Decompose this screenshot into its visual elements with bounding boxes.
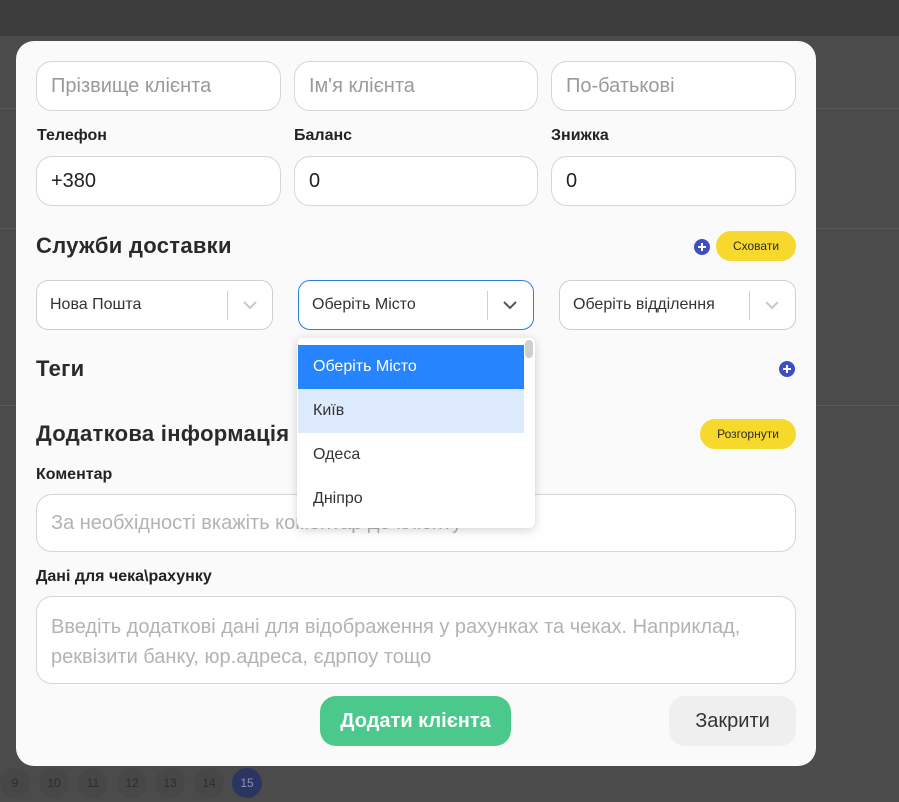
branch-select-value: Оберіть відділення: [573, 296, 715, 313]
page-number[interactable]: 12: [117, 768, 147, 798]
delivery-service-value: Нова Пошта: [50, 296, 142, 313]
phone-input[interactable]: +380: [36, 156, 281, 206]
add-delivery-plus-icon[interactable]: [694, 239, 710, 255]
background-topbar: [0, 0, 899, 36]
city-select[interactable]: Оберіть Місто: [298, 280, 534, 330]
balance-input[interactable]: 0: [294, 156, 538, 206]
extra-info-section-title: Додаткова інформація: [36, 421, 290, 446]
phone-label: Телефон: [37, 127, 107, 144]
background-pagination: 9 10 11 12 13 14 15: [0, 768, 300, 800]
chevron-down-icon[interactable]: [764, 297, 780, 313]
receipt-input[interactable]: Введіть додаткові дані для відображення …: [36, 596, 796, 684]
add-tag-plus-icon[interactable]: [779, 361, 795, 377]
page-number[interactable]: 11: [78, 768, 108, 798]
city-select-value: Оберіть Місто: [312, 296, 416, 313]
select-separator: [227, 291, 228, 320]
page-number[interactable]: 13: [155, 768, 185, 798]
add-client-button[interactable]: Додати клієнта: [320, 696, 511, 746]
patronymic-input[interactable]: По-батькові: [551, 61, 796, 111]
delivery-section-title: Служби доставки: [36, 233, 232, 258]
discount-label: Знижка: [551, 127, 609, 144]
chevron-down-icon[interactable]: [502, 297, 518, 313]
discount-input[interactable]: 0: [551, 156, 796, 206]
city-option[interactable]: Дніпро: [298, 477, 524, 521]
page-number-active[interactable]: 15: [232, 768, 262, 798]
receipt-label: Дані для чека\рахунку: [36, 568, 212, 585]
dropdown-scrollbar[interactable]: [525, 340, 533, 358]
hide-delivery-button[interactable]: Сховати: [716, 231, 796, 261]
page-number[interactable]: 10: [39, 768, 69, 798]
select-separator: [749, 291, 750, 320]
page-number[interactable]: 9: [0, 768, 30, 798]
city-option[interactable]: Оберіть Місто: [298, 345, 524, 389]
comment-label: Коментар: [36, 466, 113, 483]
chevron-down-icon[interactable]: [242, 297, 258, 313]
city-option[interactable]: Київ: [298, 389, 524, 433]
tags-section-title: Теги: [36, 356, 85, 381]
city-dropdown-menu: Оберіть Місто Київ Одеса Дніпро: [297, 338, 535, 528]
city-option[interactable]: Одеса: [298, 433, 524, 477]
branch-select[interactable]: Оберіть відділення: [559, 280, 796, 330]
page-number[interactable]: 14: [194, 768, 224, 798]
first-name-input[interactable]: Ім'я клієнта: [294, 61, 538, 111]
expand-extra-button[interactable]: Розгорнути: [700, 419, 796, 449]
delivery-service-select[interactable]: Нова Пошта: [36, 280, 273, 330]
balance-label: Баланс: [294, 127, 353, 144]
close-button[interactable]: Закрити: [669, 696, 796, 746]
select-separator: [487, 291, 488, 320]
last-name-input[interactable]: Прізвище клієнта: [36, 61, 281, 111]
